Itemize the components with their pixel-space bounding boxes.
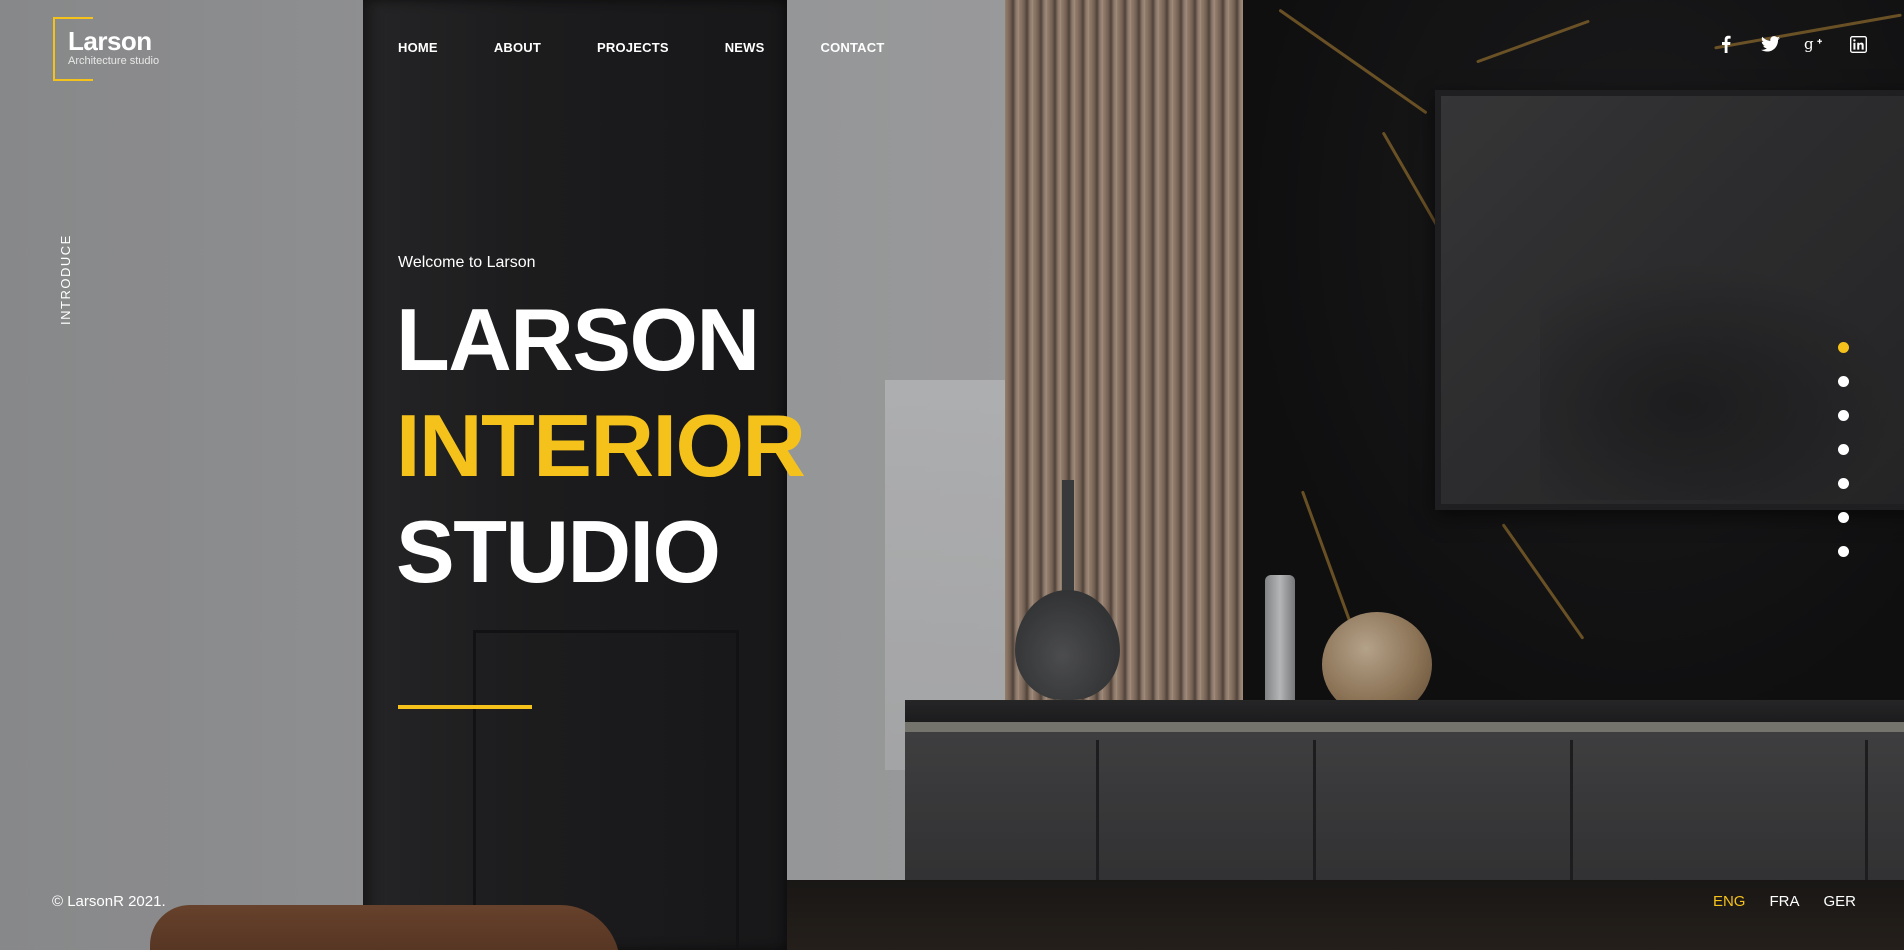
logo-name: Larson xyxy=(68,26,152,56)
nav-item-about[interactable]: ABOUT xyxy=(494,40,541,55)
logo[interactable]: Larson Architecture studio xyxy=(53,17,173,81)
lang-ger[interactable]: GER xyxy=(1823,893,1856,910)
nav-item-contact[interactable]: CONTACT xyxy=(821,40,885,55)
section-label: INTRODUCE xyxy=(58,234,73,325)
hero-accent-line xyxy=(398,705,532,709)
slider-dot[interactable] xyxy=(1838,342,1849,353)
hero-title-line3: STUDIO xyxy=(396,502,721,601)
nav-item-news[interactable]: NEWS xyxy=(725,40,765,55)
language-switcher: ENG FRA GER xyxy=(1689,893,1856,910)
slider-dot[interactable] xyxy=(1838,512,1849,523)
linkedin-icon[interactable] xyxy=(1848,34,1868,54)
nav-item-projects[interactable]: PROJECTS xyxy=(597,40,669,55)
twitter-icon[interactable] xyxy=(1760,34,1780,54)
slider-dot[interactable] xyxy=(1838,546,1849,557)
logo-tagline: Architecture studio xyxy=(68,55,160,67)
lang-fra[interactable]: FRA xyxy=(1769,893,1799,910)
hero-title: LARSON INTERIOR STUDIO xyxy=(396,290,806,614)
social-links: g xyxy=(1692,34,1868,54)
lang-eng[interactable]: ENG xyxy=(1713,893,1746,910)
svg-text:g: g xyxy=(1804,35,1814,53)
hero-welcome: Welcome to Larson xyxy=(398,254,536,271)
slider-dot[interactable] xyxy=(1838,444,1849,455)
hero-title-line1: LARSON xyxy=(396,290,760,389)
hero-background-image xyxy=(0,0,1904,950)
facebook-icon[interactable] xyxy=(1716,34,1736,54)
dark-overlay xyxy=(0,0,1904,950)
copyright: © LarsonR 2021. xyxy=(52,893,166,910)
slider-dot[interactable] xyxy=(1838,410,1849,421)
slider-pagination xyxy=(1838,342,1849,580)
slider-dot[interactable] xyxy=(1838,376,1849,387)
hero-title-line2: INTERIOR xyxy=(396,396,806,495)
main-nav: HOME ABOUT PROJECTS NEWS CONTACT xyxy=(398,40,885,55)
nav-item-home[interactable]: HOME xyxy=(398,40,438,55)
google-plus-icon[interactable]: g xyxy=(1804,34,1824,54)
slider-dot[interactable] xyxy=(1838,478,1849,489)
